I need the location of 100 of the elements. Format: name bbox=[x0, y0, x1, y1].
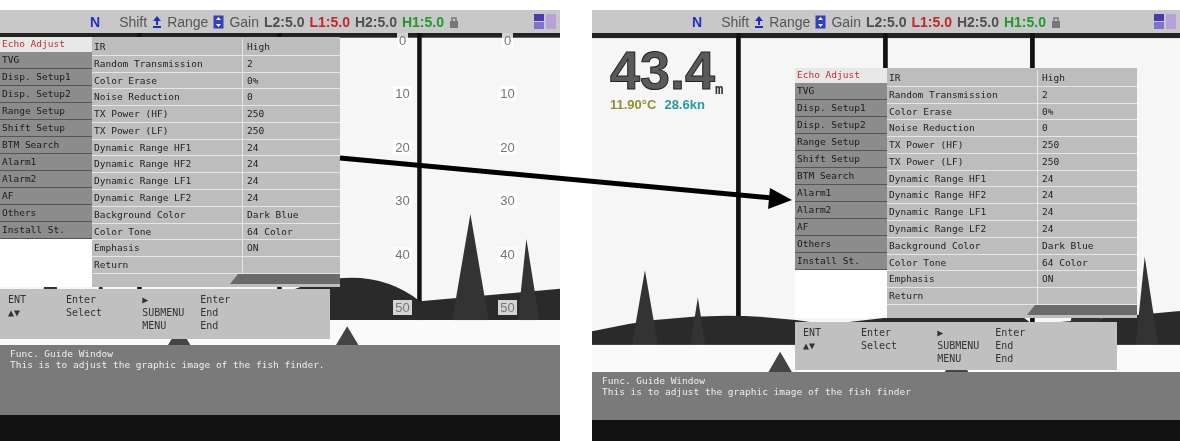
submenu-item[interactable]: Disp. Setup2 bbox=[0, 86, 92, 103]
submenu-item[interactable]: BTM Search bbox=[795, 168, 887, 185]
submenu-item[interactable]: Disp. Setup1 bbox=[0, 69, 92, 86]
submenu-item[interactable]: AF bbox=[795, 219, 887, 236]
menu-value: 250 bbox=[1041, 154, 1060, 169]
gain-label: Gain bbox=[831, 13, 861, 30]
mode-label: N bbox=[90, 13, 101, 30]
key-name: ▶ bbox=[142, 293, 150, 306]
menu-value: 0% bbox=[1041, 104, 1054, 119]
submenu-item[interactable]: Install St. bbox=[795, 253, 887, 270]
menu-value: ON bbox=[246, 241, 259, 256]
submenu-item[interactable]: Alarm2 bbox=[795, 202, 887, 219]
guide-text: This is to adjust the graphic image of the fish finder bbox=[602, 386, 912, 397]
gain-value: H2:5.0 bbox=[956, 13, 999, 30]
depth-label: 10 bbox=[498, 86, 517, 102]
depth-label: 30 bbox=[393, 193, 412, 209]
menu-item[interactable]: Dynamic Range LF2 bbox=[887, 221, 1038, 237]
menu-value: 250 bbox=[246, 107, 265, 122]
submenu-item[interactable]: Install St. bbox=[0, 222, 92, 239]
mode-label: N bbox=[692, 13, 703, 30]
key-name: ▲▼ bbox=[8, 306, 22, 319]
shift-label: Shift bbox=[119, 13, 148, 30]
menu-item[interactable]: IR bbox=[887, 70, 1038, 86]
menu-item[interactable]: Noise Reduction bbox=[92, 89, 243, 106]
menu-item[interactable]: TX Power (LF) bbox=[92, 122, 243, 139]
submenu-item[interactable]: TVG bbox=[0, 52, 92, 69]
submenu-item[interactable]: Disp. Setup2 bbox=[795, 117, 887, 134]
range-icon bbox=[815, 14, 827, 29]
menu-value: 250 bbox=[1041, 138, 1060, 153]
submenu-item[interactable]: Alarm1 bbox=[795, 185, 887, 202]
menu-item[interactable]: Dynamic Range HF1 bbox=[92, 139, 243, 156]
range-label: Range bbox=[167, 13, 209, 30]
menu-value: 2 bbox=[246, 56, 253, 71]
key-name: SUBMENU bbox=[937, 339, 981, 352]
menu-item[interactable]: Return bbox=[92, 257, 243, 273]
key-action: End bbox=[995, 339, 1014, 352]
submenu-item[interactable]: Range Setup bbox=[0, 103, 92, 120]
gain-value: L1:5.0 bbox=[309, 13, 350, 30]
status-icon bbox=[1154, 13, 1176, 30]
submenu-item[interactable]: Others bbox=[0, 205, 92, 222]
submenu-item[interactable]: AF bbox=[0, 188, 92, 205]
gain-label: Gain bbox=[229, 13, 259, 30]
menu-item[interactable]: Noise Reduction bbox=[887, 120, 1038, 137]
submenu-item[interactable]: Alarm2 bbox=[0, 171, 92, 188]
submenu-item[interactable]: Others bbox=[795, 236, 887, 253]
speed-reading: 28.6kn bbox=[664, 97, 705, 112]
menu-title: Echo Adjust bbox=[0, 37, 92, 52]
menu-item[interactable]: Color Erase bbox=[92, 72, 243, 89]
submenu-item[interactable]: Alarm1 bbox=[0, 154, 92, 171]
submenu-item[interactable]: Range Setup bbox=[795, 134, 887, 151]
depth-label: 30 bbox=[498, 193, 517, 209]
menu-value: High bbox=[1041, 71, 1065, 85]
menu-item[interactable]: IR bbox=[92, 39, 243, 55]
gain-value: H1:5.0 bbox=[401, 13, 444, 30]
submenu-item[interactable]: Shift Setup bbox=[795, 151, 887, 168]
menu-item[interactable]: TX Power (HF) bbox=[92, 106, 243, 122]
menu-item[interactable]: Random Transmission bbox=[92, 55, 243, 72]
menu-item[interactable]: Background Color bbox=[92, 206, 243, 223]
menu-item[interactable]: Emphasis bbox=[887, 271, 1038, 288]
shift-icon bbox=[754, 14, 765, 29]
menu-item[interactable]: Dynamic Range LF2 bbox=[92, 190, 243, 206]
menu-value: ON bbox=[1041, 272, 1054, 287]
guide-title: Func. Guide Window bbox=[602, 375, 706, 386]
menu-value: 2 bbox=[1041, 87, 1048, 102]
menu-item[interactable]: Random Transmission bbox=[887, 86, 1038, 103]
menu-item[interactable]: Dynamic Range HF2 bbox=[92, 156, 243, 173]
menu-value: Dark Blue bbox=[246, 207, 299, 222]
key-action: Select bbox=[861, 339, 898, 352]
status-icon bbox=[534, 13, 556, 30]
menu-item[interactable]: Dynamic Range HF2 bbox=[887, 187, 1038, 204]
lock-icon bbox=[449, 14, 459, 29]
menu-item[interactable]: Color Tone bbox=[92, 223, 243, 240]
menu-value: 0 bbox=[246, 90, 253, 105]
gain-value: L2:5.0 bbox=[866, 13, 907, 30]
submenu-item[interactable]: BTM Search bbox=[0, 137, 92, 154]
menu-value: 24 bbox=[246, 191, 259, 206]
key-name: MENU bbox=[937, 352, 963, 365]
menu-item[interactable]: Background Color bbox=[887, 237, 1038, 254]
menu-item[interactable]: Color Tone bbox=[887, 254, 1038, 271]
menu-item[interactable]: Dynamic Range LF1 bbox=[92, 173, 243, 190]
menu-item[interactable]: Dynamic Range HF1 bbox=[887, 170, 1038, 187]
menu-value: 24 bbox=[246, 157, 259, 172]
menu-item[interactable]: Color Erase bbox=[887, 103, 1038, 120]
key-action: Select bbox=[66, 306, 103, 319]
key-action: Enter bbox=[200, 293, 231, 306]
key-action: End bbox=[995, 352, 1014, 365]
key-action: Enter bbox=[66, 293, 97, 306]
submenu-item[interactable]: Shift Setup bbox=[0, 120, 92, 137]
submenu-item[interactable]: TVG bbox=[795, 83, 887, 100]
key-name: MENU bbox=[142, 319, 168, 332]
gain-value: H2:5.0 bbox=[354, 13, 397, 30]
menu-item[interactable]: TX Power (LF) bbox=[887, 153, 1038, 170]
guide-text: This is to adjust the graphic image of the fish finder. bbox=[10, 359, 326, 370]
menu-item[interactable]: TX Power (HF) bbox=[887, 137, 1038, 153]
depth-unit: m bbox=[715, 81, 724, 97]
menu-item[interactable]: Return bbox=[887, 288, 1038, 304]
submenu-item[interactable]: Disp. Setup1 bbox=[795, 100, 887, 117]
shift-icon bbox=[152, 14, 163, 29]
menu-item[interactable]: Dynamic Range LF1 bbox=[887, 204, 1038, 221]
menu-item[interactable]: Emphasis bbox=[92, 240, 243, 257]
